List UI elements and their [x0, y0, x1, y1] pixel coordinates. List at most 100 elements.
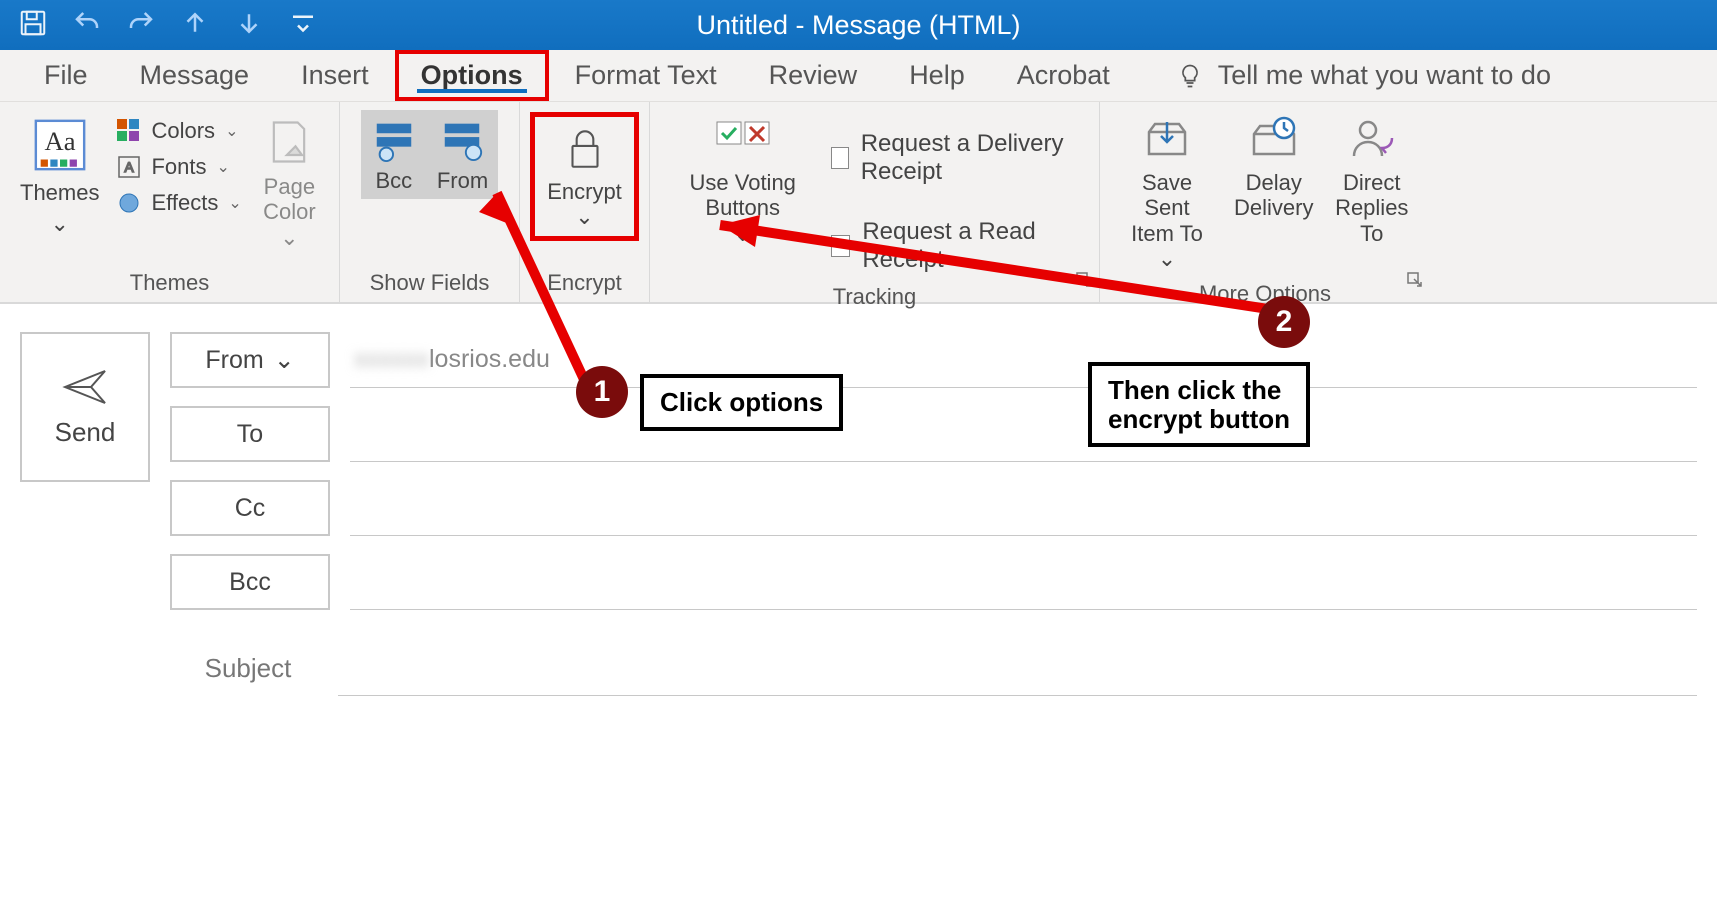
themes-button[interactable]: Aa Themes ⌄ [10, 110, 109, 243]
group-encrypt: Encrypt ⌄ Encrypt [520, 102, 650, 302]
read-receipt-label: Request a Read Receipt [862, 218, 1083, 274]
group-more-options: Save Sent Item To ⌄ Delay Delivery Direc… [1100, 102, 1430, 302]
from-value-redacted: xxxxxx [354, 345, 429, 374]
ribbon-tabs: File Message Insert Options Format Text … [0, 50, 1717, 102]
redo-icon[interactable] [126, 8, 156, 43]
encrypt-label: Encrypt [547, 179, 622, 204]
bcc-label: Bcc [375, 168, 412, 193]
to-field-button[interactable]: To [170, 406, 330, 462]
themes-icon: Aa [31, 116, 89, 174]
bcc-input[interactable] [350, 554, 1697, 610]
chevron-down-icon: ⌄ [280, 225, 298, 250]
delay-label: Delay Delivery [1234, 170, 1313, 221]
tab-help[interactable]: Help [883, 50, 991, 101]
colors-button[interactable]: Colors⌄ [109, 114, 249, 148]
save-icon[interactable] [18, 8, 48, 43]
delay-delivery-button[interactable]: Delay Delivery [1224, 110, 1323, 227]
group-label-tracking: Tracking [660, 280, 1089, 316]
group-themes: Aa Themes ⌄ Colors⌄ A Fonts⌄ [0, 102, 340, 302]
colors-icon [117, 119, 141, 143]
delivery-receipt-label: Request a Delivery Receipt [861, 130, 1083, 186]
from-input[interactable]: xxxxxx losrios.edu [350, 332, 1697, 388]
ribbon-content: Aa Themes ⌄ Colors⌄ A Fonts⌄ [0, 102, 1717, 304]
tab-acrobat[interactable]: Acrobat [991, 50, 1136, 101]
chevron-down-icon: ⌄ [734, 221, 752, 246]
cc-field-button[interactable]: Cc [170, 480, 330, 536]
down-arrow-icon[interactable] [234, 8, 264, 43]
tab-insert[interactable]: Insert [275, 50, 395, 101]
direct-replies-icon [1346, 116, 1398, 164]
undo-icon[interactable] [72, 8, 102, 43]
from-icon [439, 116, 485, 162]
page-color-icon [263, 116, 315, 168]
to-input[interactable] [350, 406, 1697, 462]
bcc-field-button[interactable]: Bcc [170, 554, 330, 610]
voting-label: Use Voting Buttons [670, 170, 815, 221]
delivery-receipt-checkbox[interactable]: Request a Delivery Receipt [829, 124, 1085, 192]
read-receipt-checkbox[interactable]: Request a Read Receipt [829, 212, 1085, 280]
up-arrow-icon[interactable] [180, 8, 210, 43]
send-label: Send [55, 417, 116, 448]
fonts-button[interactable]: A Fonts⌄ [109, 150, 249, 184]
save-sent-button[interactable]: Save Sent Item To ⌄ [1110, 110, 1224, 277]
dialog-launcher-icon[interactable] [1406, 271, 1424, 294]
delay-icon [1248, 116, 1300, 164]
use-voting-button[interactable]: Use Voting Buttons ⌄ [660, 110, 825, 252]
chevron-down-icon: ⌄ [274, 345, 295, 375]
checkbox-icon [831, 235, 850, 257]
field-inputs: xxxxxx losrios.edu [350, 332, 1697, 610]
checkbox-icon [831, 147, 848, 169]
send-icon [61, 367, 109, 407]
tell-me-search[interactable]: Tell me what you want to do [1176, 60, 1551, 91]
fonts-label: Fonts [151, 154, 206, 180]
compose-area: Send From ⌄ To Cc Bcc xxxxxx losrios.edu [0, 304, 1717, 630]
effects-button[interactable]: Effects⌄ [109, 186, 249, 220]
tab-format-text[interactable]: Format Text [549, 50, 743, 101]
tell-me-placeholder: Tell me what you want to do [1218, 60, 1551, 91]
group-tracking: Use Voting Buttons ⌄ Request a Delivery … [650, 102, 1100, 302]
page-color-label: Page Color [260, 174, 319, 225]
tab-message[interactable]: Message [114, 50, 276, 101]
subject-input[interactable] [338, 640, 1697, 696]
bcc-icon [371, 116, 417, 162]
tab-file[interactable]: File [18, 50, 114, 101]
save-sent-icon [1141, 116, 1193, 164]
direct-replies-button[interactable]: Direct Replies To [1324, 110, 1421, 252]
voting-icon [713, 116, 773, 164]
group-label-show-fields: Show Fields [350, 266, 509, 302]
encrypt-button[interactable]: Encrypt ⌄ [530, 112, 639, 241]
themes-label: Themes [20, 180, 99, 205]
from-button[interactable]: From [427, 110, 498, 199]
tab-review[interactable]: Review [743, 50, 884, 101]
effects-label: Effects [151, 190, 218, 216]
send-button[interactable]: Send [20, 332, 150, 482]
svg-text:A: A [125, 159, 135, 175]
from-value-visible: losrios.edu [429, 345, 550, 374]
group-label-themes: Themes [10, 266, 329, 302]
direct-replies-label: Direct Replies To [1334, 170, 1411, 246]
subject-row: Subject [0, 630, 1717, 696]
tab-options[interactable]: Options [395, 50, 549, 101]
lightbulb-icon [1176, 62, 1204, 90]
cc-input[interactable] [350, 480, 1697, 536]
from-field-button[interactable]: From ⌄ [170, 332, 330, 388]
effects-icon [117, 191, 141, 215]
fonts-icon: A [117, 155, 141, 179]
quick-access-toolbar [0, 8, 318, 43]
chevron-down-icon: ⌄ [51, 211, 69, 236]
from-label: From [437, 168, 488, 193]
page-color-button[interactable]: Page Color ⌄ [250, 110, 329, 256]
field-buttons: From ⌄ To Cc Bcc [170, 332, 330, 610]
group-label-more-options: More Options [1110, 277, 1420, 313]
dialog-launcher-icon[interactable] [1075, 271, 1093, 294]
group-show-fields: Bcc From Show Fields [340, 102, 520, 302]
bcc-button[interactable]: Bcc [361, 110, 427, 199]
colors-label: Colors [151, 118, 215, 144]
group-label-encrypt: Encrypt [530, 266, 639, 302]
subject-label: Subject [198, 653, 298, 684]
svg-text:Aa: Aa [44, 126, 75, 156]
lock-icon [560, 123, 610, 173]
title-bar: Untitled - Message (HTML) [0, 0, 1717, 50]
customize-qat-icon[interactable] [288, 8, 318, 43]
chevron-down-icon: ⌄ [575, 204, 593, 229]
